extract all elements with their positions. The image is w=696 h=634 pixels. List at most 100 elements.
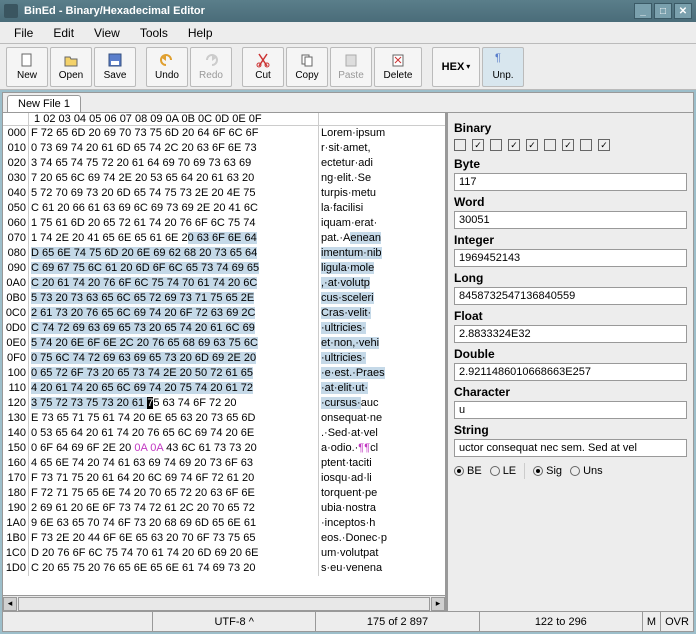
- open-button[interactable]: Open: [50, 47, 92, 87]
- hex-row[interactable]: 0601 75 61 6D 20 65 72 61 74 20 76 6F 6C…: [3, 216, 445, 231]
- undo-button[interactable]: Undo: [146, 47, 188, 87]
- hex-row[interactable]: 170F 73 71 75 20 61 64 20 6C 69 74 6F 72…: [3, 471, 445, 486]
- minimize-button[interactable]: _: [634, 3, 652, 19]
- status-selection: 122 to 296: [480, 612, 643, 631]
- hex-row[interactable]: 1104 20 61 74 20 65 6C 69 74 20 75 74 20…: [3, 381, 445, 396]
- close-button[interactable]: ✕: [674, 3, 692, 19]
- hex-row[interactable]: 080D 65 6E 74 75 6D 20 6E 69 62 68 20 73…: [3, 246, 445, 261]
- character-value[interactable]: u: [454, 401, 687, 419]
- hex-header: 1 02 03 04 05 06 07 08 09 0A 0B 0C 0D 0E…: [29, 113, 319, 125]
- statusbar: UTF-8 ^ 175 of 2 897 122 to 296 M OVR: [3, 611, 693, 631]
- bit-checkbox[interactable]: [580, 139, 592, 151]
- integer-label: Integer: [454, 233, 687, 247]
- bit-checkbox[interactable]: [544, 139, 556, 151]
- hex-row[interactable]: 1500 6F 64 69 6F 2E 20 0A 0A 43 6C 61 73…: [3, 441, 445, 456]
- long-label: Long: [454, 271, 687, 285]
- binary-label: Binary: [454, 121, 687, 135]
- menu-edit[interactable]: Edit: [43, 24, 84, 42]
- hex-row[interactable]: 1604 65 6E 74 20 74 61 63 69 74 69 20 73…: [3, 456, 445, 471]
- hex-row[interactable]: 000F 72 65 6D 20 69 70 73 75 6D 20 64 6F…: [3, 126, 445, 141]
- hex-row[interactable]: 0D0C 74 72 69 63 69 65 73 20 65 74 20 61…: [3, 321, 445, 336]
- save-icon: [107, 52, 123, 68]
- hex-row[interactable]: 0307 20 65 6C 69 74 2E 20 53 65 64 20 61…: [3, 171, 445, 186]
- maximize-button[interactable]: □: [654, 3, 672, 19]
- bit-checkbox[interactable]: ✓: [562, 139, 574, 151]
- hex-row[interactable]: 0F00 75 6C 74 72 69 63 69 65 73 20 6D 69…: [3, 351, 445, 366]
- status-mode-m[interactable]: M: [643, 612, 661, 631]
- hex-row[interactable]: 090C 69 67 75 6C 61 20 6D 6F 6C 65 73 74…: [3, 261, 445, 276]
- byte-value[interactable]: 117: [454, 173, 687, 191]
- string-value[interactable]: uctor consequat nec sem. Sed at vel: [454, 439, 687, 457]
- status-position: 175 of 2 897: [316, 612, 479, 631]
- unp-button[interactable]: ¶Unp.: [482, 47, 524, 87]
- bit-checkbox[interactable]: ✓: [472, 139, 484, 151]
- open-icon: [63, 52, 79, 68]
- hex-row[interactable]: 1C0D 20 76 6F 6C 75 74 70 61 74 20 6D 69…: [3, 546, 445, 561]
- menu-help[interactable]: Help: [178, 24, 223, 42]
- hex-row[interactable]: 1A09 6E 63 65 70 74 6F 73 20 68 69 6D 65…: [3, 516, 445, 531]
- float-value[interactable]: 2.8833324E32: [454, 325, 687, 343]
- scroll-right-icon[interactable]: ▸: [431, 597, 445, 611]
- bit-checkbox[interactable]: [490, 139, 502, 151]
- menu-view[interactable]: View: [84, 24, 130, 42]
- delete-icon: [390, 52, 406, 68]
- hex-mode-button[interactable]: HEX▾: [432, 47, 480, 87]
- window-title: BinEd - Binary/Hexadecimal Editor: [24, 5, 205, 17]
- long-value[interactable]: 8458732547136840559: [454, 287, 687, 305]
- bit-checkbox[interactable]: ✓: [526, 139, 538, 151]
- new-button[interactable]: New: [6, 47, 48, 87]
- status-mode-ovr[interactable]: OVR: [661, 612, 693, 631]
- radio-sig[interactable]: Sig: [533, 465, 562, 477]
- radio-uns[interactable]: Uns: [570, 465, 603, 477]
- float-label: Float: [454, 309, 687, 323]
- cut-button[interactable]: Cut: [242, 47, 284, 87]
- double-value[interactable]: 2.9211486010668663E257: [454, 363, 687, 381]
- tab-file-1[interactable]: New File 1: [7, 95, 81, 112]
- menu-tools[interactable]: Tools: [130, 24, 178, 42]
- hex-row[interactable]: 1400 53 65 64 20 61 74 20 76 65 6C 69 74…: [3, 426, 445, 441]
- horizontal-scrollbar[interactable]: ◂ ▸: [3, 595, 445, 611]
- hex-row[interactable]: 0405 72 70 69 73 20 6D 65 74 75 73 2E 20…: [3, 186, 445, 201]
- hex-row[interactable]: 0C02 61 73 20 76 65 6C 69 74 20 6F 72 63…: [3, 306, 445, 321]
- hex-row[interactable]: 1000 65 72 6F 73 20 65 73 74 2E 20 50 72…: [3, 366, 445, 381]
- bit-checkbox[interactable]: [454, 139, 466, 151]
- menu-file[interactable]: File: [4, 24, 43, 42]
- cut-icon: [255, 52, 271, 68]
- bit-checkbox[interactable]: ✓: [508, 139, 520, 151]
- redo-button[interactable]: Redo: [190, 47, 232, 87]
- hex-row[interactable]: 0701 74 2E 20 41 65 6E 65 61 6E 20 63 6F…: [3, 231, 445, 246]
- hex-row[interactable]: 050C 61 20 66 61 63 69 6C 69 73 69 2E 20…: [3, 201, 445, 216]
- radio-be[interactable]: BE: [454, 465, 482, 477]
- hex-row[interactable]: 130E 73 65 71 75 61 74 20 6E 65 63 20 73…: [3, 411, 445, 426]
- hex-row[interactable]: 0100 73 69 74 20 61 6D 65 74 2C 20 63 6F…: [3, 141, 445, 156]
- scroll-left-icon[interactable]: ◂: [3, 597, 17, 611]
- status-encoding[interactable]: UTF-8 ^: [153, 612, 316, 631]
- hex-row[interactable]: 0B05 73 20 73 63 65 6C 65 72 69 73 71 75…: [3, 291, 445, 306]
- hex-row[interactable]: 1B0F 73 2E 20 44 6F 6E 65 63 20 70 6F 73…: [3, 531, 445, 546]
- hex-row[interactable]: 180F 72 71 75 65 6E 74 20 70 65 72 20 63…: [3, 486, 445, 501]
- integer-value[interactable]: 1969452143: [454, 249, 687, 267]
- hex-row[interactable]: 1902 69 61 20 6E 6F 73 74 72 61 2C 20 70…: [3, 501, 445, 516]
- double-label: Double: [454, 347, 687, 361]
- hex-row[interactable]: 1203 75 72 73 75 73 20 61 75 63 74 6F 72…: [3, 396, 445, 411]
- pilcrow-icon: ¶: [495, 52, 511, 68]
- hex-row[interactable]: 1D0C 20 65 75 20 76 65 6E 65 6E 61 74 69…: [3, 561, 445, 576]
- chevron-down-icon: ▾: [466, 62, 470, 71]
- save-button[interactable]: Save: [94, 47, 136, 87]
- copy-icon: [299, 52, 315, 68]
- new-icon: [19, 52, 35, 68]
- delete-button[interactable]: Delete: [374, 47, 422, 87]
- paste-button[interactable]: Paste: [330, 47, 372, 87]
- copy-button[interactable]: Copy: [286, 47, 328, 87]
- hex-row[interactable]: 0A0C 20 61 74 20 76 6F 6C 75 74 70 61 74…: [3, 276, 445, 291]
- hex-editor[interactable]: 1 02 03 04 05 06 07 08 09 0A 0B 0C 0D 0E…: [3, 113, 447, 611]
- radio-le[interactable]: LE: [490, 465, 516, 477]
- hex-row[interactable]: 0E05 74 20 6E 6F 6E 2C 20 76 65 68 69 63…: [3, 336, 445, 351]
- word-value[interactable]: 30051: [454, 211, 687, 229]
- bit-checkbox[interactable]: ✓: [598, 139, 610, 151]
- word-label: Word: [454, 195, 687, 209]
- hex-row[interactable]: 0203 74 65 74 75 72 20 61 64 69 70 69 73…: [3, 156, 445, 171]
- binary-bits[interactable]: ✓ ✓ ✓ ✓ ✓: [454, 137, 687, 153]
- paste-icon: [343, 52, 359, 68]
- titlebar: BinEd - Binary/Hexadecimal Editor _ □ ✕: [0, 0, 696, 22]
